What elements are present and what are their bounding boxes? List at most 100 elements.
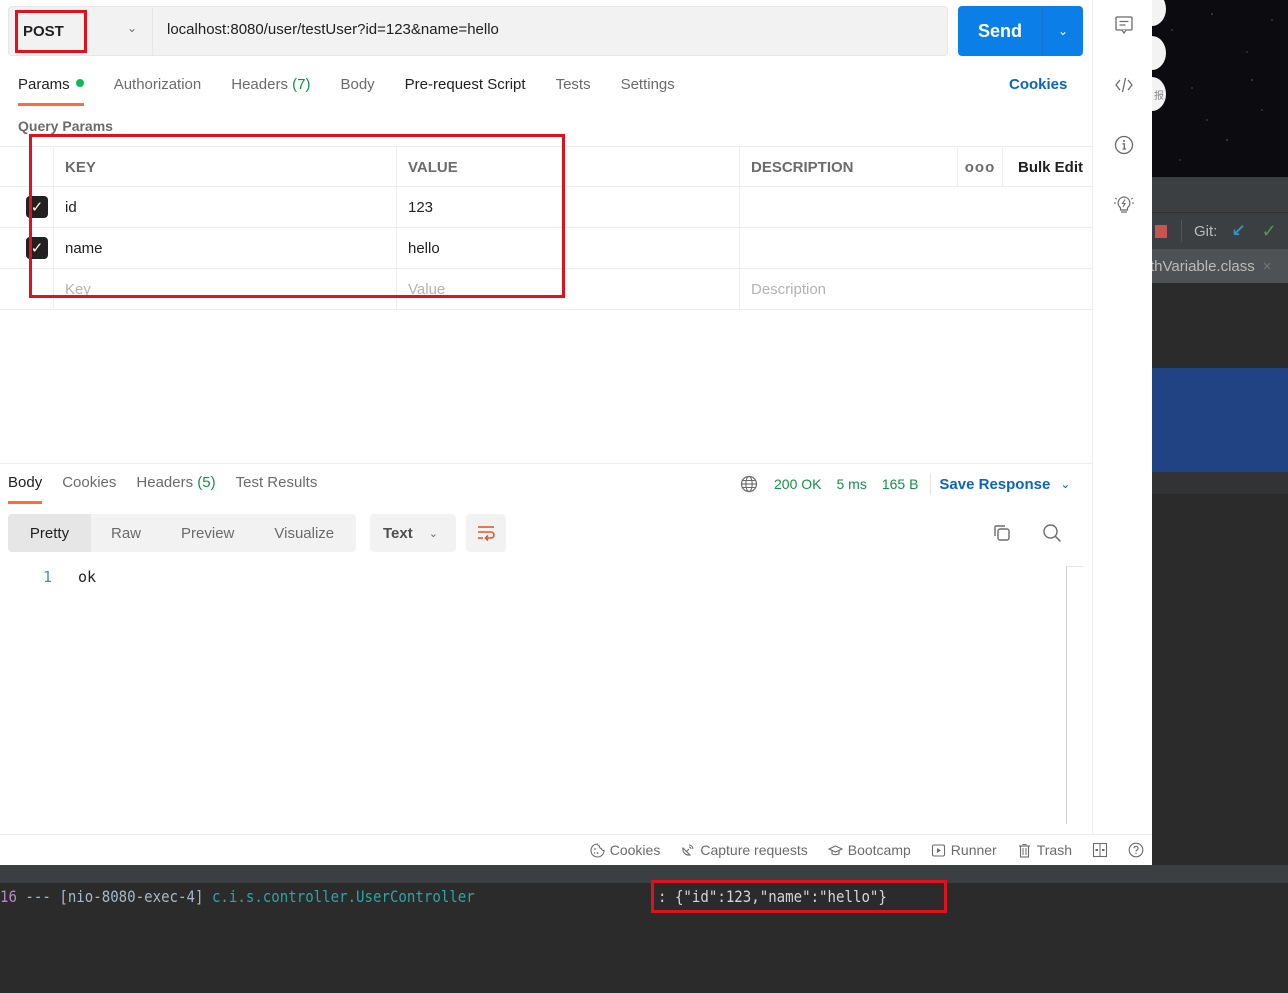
table-row-new: Key Value Description [0,269,1092,310]
desktop-wallpaper: 报 [1138,0,1288,177]
tab-settings[interactable]: Settings [621,76,675,106]
send-options-button[interactable]: ⌄ [1042,6,1083,56]
status-label: Capture requests [700,842,808,858]
line-number: 1 [43,568,53,586]
format-preview[interactable]: Preview [161,514,254,552]
log-message: : {"id":123,"name":"hello"} [658,887,887,906]
new-key-input[interactable]: Key [54,269,397,309]
editor-tab-label: thVariable.class [1152,257,1255,275]
status-label: Cookies [609,842,661,858]
tab-test-results[interactable]: Test Results [236,474,318,504]
tab-response-headers[interactable]: Headers (5) [136,474,215,504]
row-checkbox[interactable]: ✓ [26,237,48,259]
table-row: ✓ id 123 [0,187,1092,228]
headers-count: (7) [292,76,311,93]
bulk-edit-button[interactable]: Bulk Edit [1003,147,1083,187]
param-value[interactable]: hello [397,228,740,268]
help-icon [1128,842,1144,858]
new-value-input[interactable]: Value [397,269,740,309]
search-icon[interactable] [1042,523,1062,543]
pane-divider[interactable] [0,463,1092,464]
ide-run-toolbar: Git: ↙ ✓ [1152,213,1288,249]
request-tabs: Params Authorization Headers (7) Body Pr… [18,76,705,106]
tab-authorization[interactable]: Authorization [114,76,202,106]
tab-response-body[interactable]: Body [8,474,43,504]
chevron-down-icon: ⌄ [1057,24,1069,38]
globe-icon[interactable] [740,475,758,493]
widget-label: 报 [1154,90,1164,102]
tab-pre-request-script[interactable]: Pre-request Script [405,76,526,106]
format-visualize[interactable]: Visualize [254,514,354,552]
editor-scrollbar[interactable] [1066,566,1083,824]
new-description-input[interactable]: Description [740,269,1092,309]
tab-label: Params [18,76,70,93]
tab-params[interactable]: Params [18,76,84,106]
content-type-select[interactable]: Text ⌄ [370,514,456,552]
param-key[interactable]: name [54,228,397,268]
save-response-button[interactable]: Save Response [939,476,1050,493]
response-line: ok [78,568,97,586]
response-body-editor[interactable]: 1 ok [0,564,1066,824]
two-pane-view-button[interactable] [1092,842,1108,858]
cookie-icon [590,842,605,858]
status-cookies[interactable]: Cookies [590,842,661,858]
more-options-button[interactable]: ooo [958,147,1003,187]
query-params-title: Query Params [18,118,113,134]
send-button-group: Send ⌄ [958,6,1083,56]
wrap-lines-button[interactable] [466,514,506,552]
status-label: Trash [1036,842,1072,858]
tab-label: Test Results [235,474,318,491]
tab-headers[interactable]: Headers (7) [231,76,310,106]
divider [930,473,932,495]
headers-count: (5) [197,474,216,491]
stop-icon[interactable] [1155,224,1167,238]
status-bar: Cookies Capture requests Bootcamp Runner… [0,834,1152,865]
git-commit-icon[interactable]: ✓ [1262,221,1277,242]
status-bootcamp[interactable]: Bootcamp [827,842,911,858]
param-key[interactable]: id [54,187,397,227]
param-description[interactable] [740,228,1092,268]
status-trash[interactable]: Trash [1017,842,1072,858]
send-button[interactable]: Send [958,6,1042,56]
code-icon[interactable] [1113,74,1135,96]
row-checkbox[interactable]: ✓ [26,196,48,218]
tab-response-cookies[interactable]: Cookies [62,474,116,504]
graduation-cap-icon [827,844,843,855]
right-context-bar [1092,0,1152,834]
copy-icon[interactable] [992,523,1012,543]
tab-label: Settings [620,76,675,93]
comments-icon[interactable] [1113,14,1135,36]
ide-toolbar [1152,177,1288,213]
tab-body[interactable]: Body [340,76,374,106]
table-row: ✓ name hello [0,228,1092,269]
format-pretty[interactable]: Pretty [8,514,91,552]
column-header-value: VALUE [397,147,740,187]
help-button[interactable] [1128,842,1144,858]
info-icon[interactable] [1113,134,1135,156]
response-size[interactable]: 165 B [882,476,919,492]
toolbar-divider [1181,220,1182,242]
log-separator: --- [16,887,60,906]
format-selector: Pretty Raw Preview Visualize [8,514,356,552]
tab-tests[interactable]: Tests [556,76,591,106]
ide-editor-tab[interactable]: thVariable.class × [1152,249,1288,283]
status-runner[interactable]: Runner [931,842,997,858]
chevron-down-icon[interactable]: ⌄ [1060,477,1070,491]
method-select[interactable]: POST ⌄ [9,7,153,55]
response-time[interactable]: 5 ms [836,476,866,492]
tab-label: Cookies [62,474,117,491]
status-capture-requests[interactable]: Capture requests [680,842,808,858]
tab-label: Headers [136,474,194,491]
lightbulb-icon[interactable] [1113,194,1135,216]
layout-icon [1092,842,1108,858]
url-input[interactable] [167,21,927,38]
param-value[interactable]: 123 [397,187,740,227]
cookies-link[interactable]: Cookies [1009,76,1067,93]
ide-console: 16 --- [nio-8080-exec-4] c.i.s.controlle… [0,865,1288,993]
log-logger: c.i.s.controller.UserController [211,887,475,906]
format-raw[interactable]: Raw [91,514,161,552]
close-icon[interactable]: × [1263,258,1272,275]
param-description[interactable] [740,187,1092,227]
status-code[interactable]: 200 OK [774,476,821,492]
git-update-icon[interactable]: ↙ [1231,221,1245,241]
